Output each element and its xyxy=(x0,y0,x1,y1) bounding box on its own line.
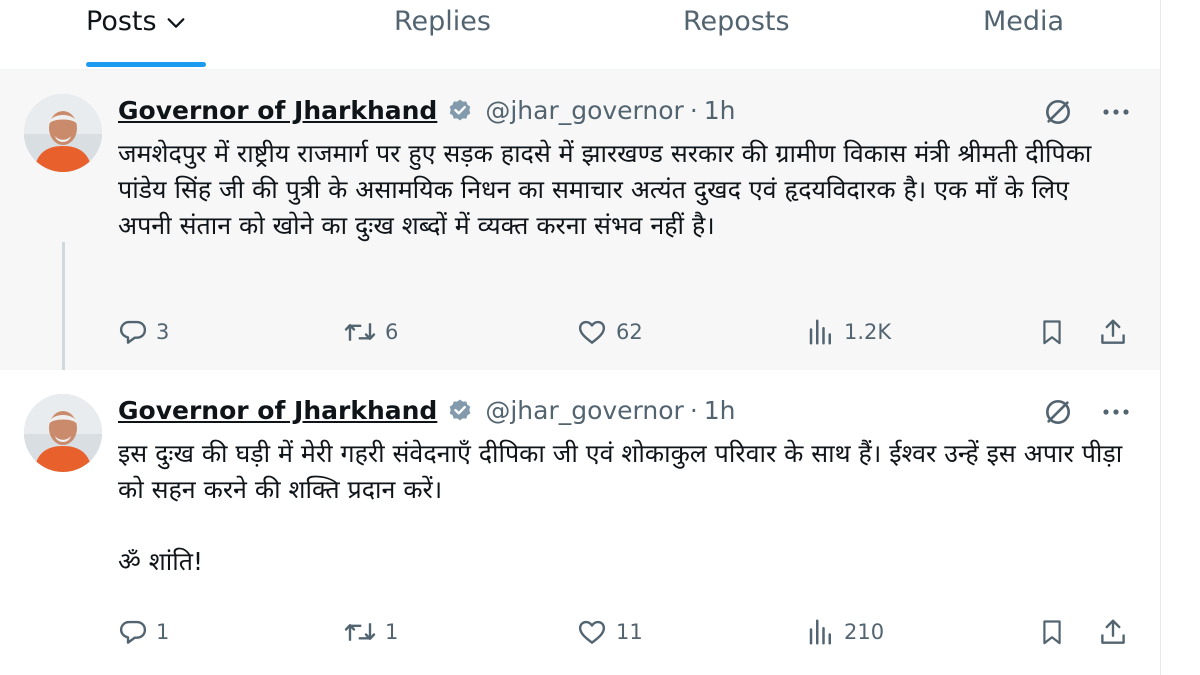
post-header: Governor of Jharkhand @jhar_governor · 1… xyxy=(118,396,736,425)
post-time[interactable]: 1h xyxy=(704,396,736,425)
tab-posts-label: Posts xyxy=(86,6,157,37)
separator-dot: · xyxy=(689,396,698,425)
repost-icon xyxy=(343,317,377,347)
share-button[interactable] xyxy=(1098,612,1128,652)
chevron-down-icon xyxy=(165,10,187,41)
reply-button[interactable]: 3 xyxy=(118,312,169,352)
tab-media-label: Media xyxy=(983,6,1065,37)
like-count: 11 xyxy=(616,620,643,644)
share-icon xyxy=(1098,317,1128,347)
views-count: 1.2K xyxy=(844,320,892,344)
like-icon xyxy=(576,317,608,347)
share-icon xyxy=(1098,617,1128,647)
post[interactable]: Governor of Jharkhand @jhar_governor · 1… xyxy=(0,370,1160,675)
post-actions: 3 6 62 1.2K xyxy=(118,312,1138,352)
repost-count: 6 xyxy=(385,320,399,344)
repost-button[interactable]: 6 xyxy=(343,312,398,352)
separator-dot: · xyxy=(689,96,698,125)
views-icon xyxy=(806,317,836,347)
reply-button[interactable]: 1 xyxy=(118,612,169,652)
more-icon[interactable] xyxy=(1098,394,1134,430)
like-icon xyxy=(576,617,608,647)
views-button[interactable]: 210 xyxy=(806,612,884,652)
like-button[interactable]: 11 xyxy=(576,612,643,652)
active-tab-indicator xyxy=(86,62,206,67)
post[interactable]: Governor of Jharkhand @jhar_governor · 1… xyxy=(0,70,1160,452)
bookmark-icon xyxy=(1038,317,1066,347)
reply-icon xyxy=(118,317,148,347)
verified-badge-icon[interactable] xyxy=(447,398,473,424)
views-button[interactable]: 1.2K xyxy=(806,312,891,352)
more-icon[interactable] xyxy=(1098,94,1134,130)
author-handle[interactable]: @jhar_governor xyxy=(485,396,684,425)
profile-tabs: Posts Replies Reposts Media xyxy=(0,0,1160,70)
like-count: 62 xyxy=(616,320,643,344)
repost-icon xyxy=(343,617,377,647)
author-name[interactable]: Governor of Jharkhand xyxy=(118,96,437,125)
repost-button[interactable]: 1 xyxy=(343,612,398,652)
post-top-icons xyxy=(1040,394,1134,430)
views-count: 210 xyxy=(844,620,885,644)
post-text: इस दुःख की घड़ी में मेरी गहरी संवेदनाएँ … xyxy=(118,439,1123,576)
tab-replies-label: Replies xyxy=(394,6,491,37)
tab-reposts[interactable]: Reposts xyxy=(683,0,790,70)
bookmark-icon xyxy=(1038,617,1066,647)
post-header: Governor of Jharkhand @jhar_governor · 1… xyxy=(118,96,736,125)
post-top-icons xyxy=(1040,94,1134,130)
post-time[interactable]: 1h xyxy=(704,96,736,125)
avatar[interactable] xyxy=(24,394,102,472)
verified-badge-icon[interactable] xyxy=(447,98,473,124)
author-name[interactable]: Governor of Jharkhand xyxy=(118,396,437,425)
post-text: जमशेदपुर में राष्ट्रीय राजमार्ग पर हुए स… xyxy=(118,139,1100,240)
grok-icon[interactable] xyxy=(1040,394,1076,430)
tab-replies[interactable]: Replies xyxy=(394,0,491,70)
author-handle[interactable]: @jhar_governor xyxy=(485,96,684,125)
reply-count: 1 xyxy=(156,620,170,644)
bookmark-button[interactable] xyxy=(1038,312,1066,352)
grok-icon[interactable] xyxy=(1040,94,1076,130)
like-button[interactable]: 62 xyxy=(576,312,643,352)
bookmark-button[interactable] xyxy=(1038,612,1066,652)
share-button[interactable] xyxy=(1098,312,1128,352)
right-panel-edge xyxy=(1160,0,1200,675)
views-icon xyxy=(806,617,836,647)
tab-reposts-label: Reposts xyxy=(683,6,790,37)
tab-posts[interactable]: Posts xyxy=(86,0,187,70)
post-actions: 1 1 11 210 xyxy=(118,612,1138,652)
reply-icon xyxy=(118,617,148,647)
tab-media[interactable]: Media xyxy=(983,0,1064,70)
avatar[interactable] xyxy=(24,94,102,172)
reply-count: 3 xyxy=(156,320,170,344)
repost-count: 1 xyxy=(385,620,399,644)
